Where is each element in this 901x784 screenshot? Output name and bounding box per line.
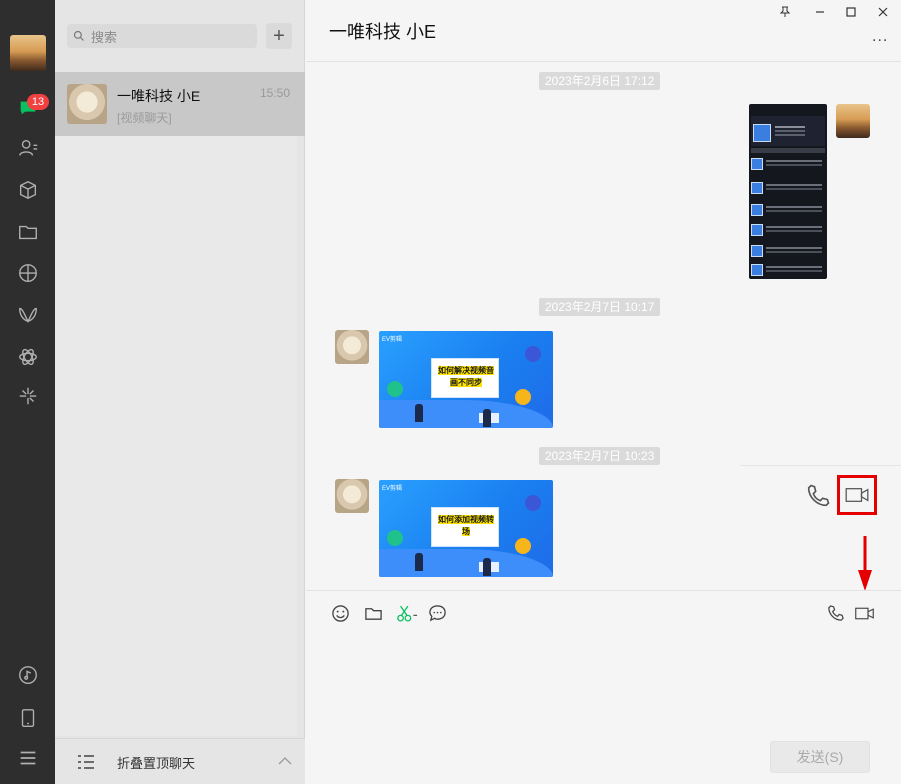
chat-history-icon[interactable] [427,603,447,623]
voice-call-icon[interactable] [804,482,832,510]
red-arrow-annotation [858,536,872,591]
phone-icon[interactable] [14,704,42,732]
card-title: 如何添加视频转场 [438,515,494,536]
more-options-icon[interactable]: ... [872,28,888,46]
menu-icon[interactable] [14,744,42,772]
pin-icon[interactable] [775,4,795,20]
image-message-video-card[interactable]: EV剪辑 如何解决视频音画不同步 [379,331,553,428]
list-icon [78,755,94,769]
session-avatar [67,84,107,124]
screenshot-scissors-icon[interactable] [395,603,419,623]
fold-pinned-label: 折叠置顶聊天 [117,756,196,771]
card-title: 如何解决视频音画不同步 [438,366,494,387]
contacts-icon[interactable] [14,134,42,162]
video-call-button-highlighted[interactable] [837,475,877,515]
search-box[interactable]: 搜索 [67,24,257,48]
close-icon[interactable] [873,4,893,20]
minimize-icon[interactable] [810,4,830,20]
card-title-panel: 如何解决视频音画不同步 [431,358,499,398]
session-preview: [视频聊天] [117,111,172,125]
my-avatar[interactable] [836,104,870,138]
search-icon [73,30,84,41]
fold-pinned-bar[interactable]: 折叠置顶聊天 [55,738,305,784]
maximize-icon[interactable] [841,4,861,20]
folder-icon[interactable] [363,603,383,623]
image-message-phone-screenshot[interactable] [749,104,827,279]
header-divider [306,61,901,62]
call-options-popup [740,465,901,525]
message-timestamp: 2023年2月7日 10:17 [539,298,661,316]
chat-panel: 一唯科技 小E ... 2023年2月6日 17:12 2023年2月7日 10… [306,0,901,784]
video-call-icon [845,488,869,502]
message-timestamp: 2023年2月6日 17:12 [539,72,661,90]
unread-badge: 13 [27,94,49,110]
moments-icon[interactable] [14,259,42,287]
image-message-video-card[interactable]: EV剪辑 如何添加视频转场 [379,480,553,577]
session-list-empty-area [55,136,297,736]
card-brand: EV剪辑 [382,486,403,492]
voice-call-icon[interactable] [825,603,845,623]
contact-avatar[interactable] [335,330,369,364]
send-button[interactable]: 发送(S) [770,741,870,773]
files-icon[interactable] [14,218,42,246]
session-name: 一唯科技 小E [117,88,201,104]
session-item[interactable]: 一唯科技 小E 15:50 [视频聊天] [55,72,305,136]
session-list: 搜索 + 一唯科技 小E 15:50 [视频聊天] 折叠置顶聊天 [55,0,305,784]
contact-avatar[interactable] [335,479,369,513]
chevron-up-icon[interactable] [277,753,293,769]
input-toolbar-divider [306,590,901,591]
channels-icon[interactable] [14,301,42,329]
favorites-icon[interactable] [14,176,42,204]
emoji-icon[interactable] [330,603,350,623]
message-timestamp: 2023年2月7日 10:23 [539,447,661,465]
search-apps-icon[interactable] [14,343,42,371]
add-button[interactable]: + [266,23,292,49]
session-time: 15:50 [260,86,291,100]
user-avatar[interactable] [10,35,46,71]
card-brand: EV剪辑 [382,337,403,343]
card-title-panel: 如何添加视频转场 [431,507,499,547]
chat-title: 一唯科技 小E [329,22,437,42]
search-placeholder: 搜索 [91,29,118,45]
music-icon[interactable] [14,661,42,689]
left-nav: 13 [0,0,55,784]
video-call-icon[interactable] [853,603,875,623]
mini-programs-icon[interactable] [14,382,42,410]
